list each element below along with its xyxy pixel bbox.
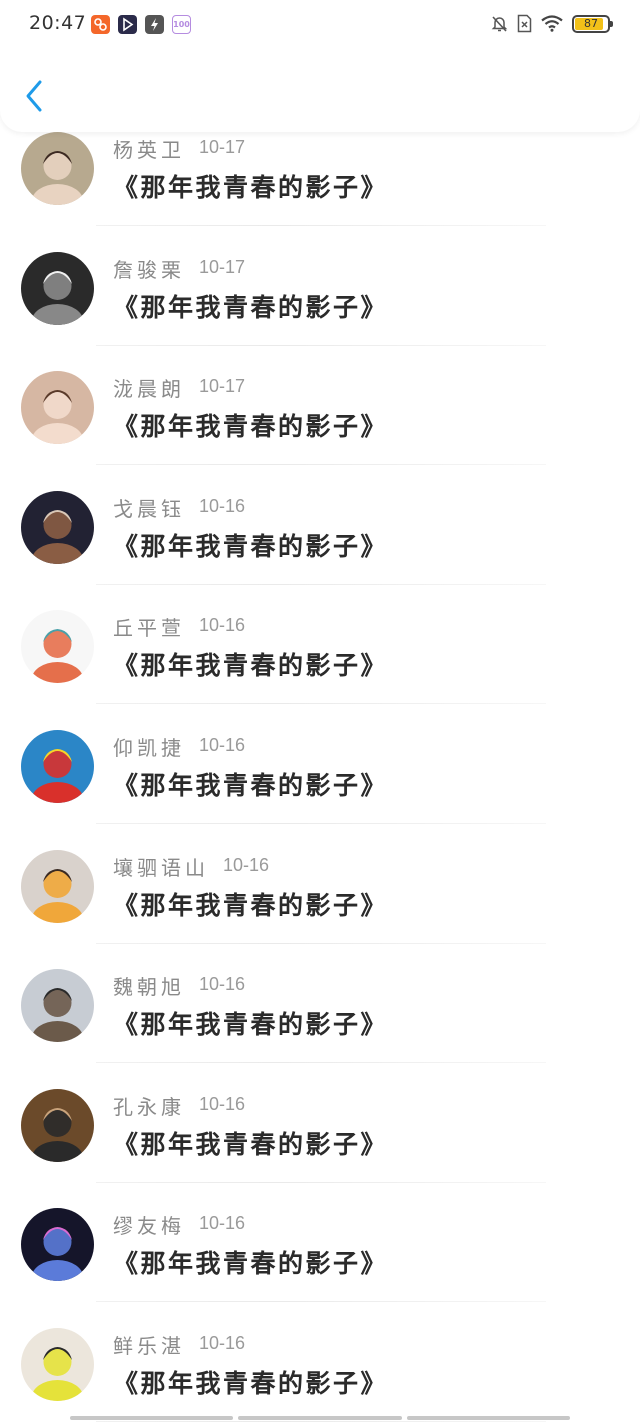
post-title: 《那年我青春的影子》 (113, 1129, 389, 1159)
commenter-name: 仰凯捷 (113, 735, 185, 760)
comment-date: 10-16 (199, 615, 246, 636)
status-time: 20:47 (29, 12, 87, 34)
flash-app-icon (145, 15, 164, 34)
avatar[interactable] (21, 969, 94, 1043)
comment-date: 10-16 (223, 854, 270, 875)
list-item[interactable]: 丘平萱 10-16 《那年我青春的影子》 (0, 606, 640, 726)
screen: 杨英卫 10-17 《那年我青春的影子》 詹骏栗 10-17 《那年我青春的影子》 泷晨朗 1… (0, 0, 640, 1422)
commenter-name: 詹骏栗 (113, 257, 185, 282)
commenter-name: 鲜乐湛 (113, 1333, 185, 1358)
divider (96, 1062, 546, 1064)
avatar[interactable] (21, 490, 94, 564)
comment-date: 10-17 (199, 256, 246, 277)
avatar[interactable] (21, 610, 94, 684)
comment-date: 10-17 (199, 376, 246, 397)
divider (96, 344, 546, 346)
comment-date: 10-16 (199, 974, 246, 995)
commenter-name: 壤驷语山 (113, 855, 209, 880)
post-title: 《那年我青春的影子》 (113, 531, 389, 561)
comment-date: 10-16 (199, 1213, 246, 1234)
post-title: 《那年我青春的影子》 (113, 1010, 389, 1040)
post-title: 《那年我青春的影子》 (113, 1368, 389, 1398)
play-app-icon (118, 15, 137, 34)
divider (96, 703, 546, 705)
home-indicator-segment (70, 1416, 234, 1420)
divider (96, 583, 546, 585)
divider (96, 942, 546, 944)
post-title: 《那年我青春的影子》 (113, 651, 389, 681)
list-item[interactable]: 鲜乐湛 10-16 《那年我青春的影子》 (0, 1324, 640, 1422)
list-item[interactable]: 孔永康 10-16 《那年我青春的影子》 (0, 1085, 640, 1205)
header: 20:47 100 87 (0, 0, 640, 132)
commenter-name: 泷晨朗 (113, 377, 185, 402)
list-item[interactable]: 缪友梅 10-16 《那年我青春的影子》 (0, 1204, 640, 1324)
home-indicator-segment (238, 1416, 402, 1420)
divider (96, 822, 546, 824)
battery-icon: 87 (572, 14, 613, 33)
comment-date: 10-16 (199, 1093, 246, 1114)
avatar[interactable] (21, 251, 94, 325)
comment-date: 10-16 (199, 495, 246, 516)
wifi-icon (541, 15, 563, 32)
list-item[interactable]: 魏朝旭 10-16 《那年我青春的影子》 (0, 965, 640, 1085)
comment-list[interactable]: 杨英卫 10-17 《那年我青春的影子》 詹骏栗 10-17 《那年我青春的影子》 泷晨朗 1… (0, 128, 640, 1422)
commenter-name: 魏朝旭 (113, 975, 185, 1000)
avatar[interactable] (21, 1088, 94, 1162)
home-indicator-segment (406, 1416, 570, 1420)
commenter-name: 丘平萱 (113, 616, 185, 641)
comment-date: 10-16 (199, 734, 246, 755)
commenter-name: 戈晨钰 (113, 496, 185, 521)
list-item[interactable]: 詹骏栗 10-17 《那年我青春的影子》 (0, 248, 640, 368)
list-item[interactable]: 杨英卫 10-17 《那年我青春的影子》 (0, 128, 640, 248)
divider (96, 464, 546, 466)
avatar[interactable] (21, 849, 94, 923)
list-item[interactable]: 壤驷语山 10-16 《那年我青春的影子》 (0, 846, 640, 966)
battery-level: 87 (584, 16, 598, 30)
list-item[interactable]: 戈晨钰 10-16 《那年我青春的影子》 (0, 487, 640, 607)
status-indicators: 87 (491, 14, 613, 33)
list-item[interactable]: 仰凯捷 10-16 《那年我青春的影子》 (0, 726, 640, 846)
divider (96, 225, 546, 226)
avatar[interactable] (21, 1327, 94, 1401)
post-title: 《那年我青春的影子》 (113, 412, 389, 442)
mute-bell-icon (491, 15, 508, 32)
post-title: 《那年我青春的影子》 (113, 890, 389, 920)
back-button[interactable] (20, 76, 50, 116)
commenter-name: 孔永康 (113, 1094, 185, 1119)
no-sim-icon (517, 14, 532, 33)
comment-date: 10-16 (199, 1332, 246, 1353)
avatar[interactable] (21, 729, 94, 803)
avatar[interactable] (21, 132, 94, 205)
post-title: 《那年我青春的影子》 (113, 770, 389, 800)
post-title: 《那年我青春的影子》 (113, 292, 389, 322)
divider (96, 1301, 546, 1303)
comment-date: 10-17 (199, 137, 246, 157)
score-100-app-icon: 100 (172, 15, 191, 34)
avatar[interactable] (21, 1208, 94, 1282)
commenter-name: 杨英卫 (113, 138, 185, 162)
notification-app-icons: 100 (91, 15, 191, 34)
commenter-name: 缪友梅 (113, 1214, 185, 1239)
post-title: 《那年我青春的影子》 (113, 1249, 389, 1279)
divider (96, 1181, 546, 1183)
list-item[interactable]: 泷晨朗 10-17 《那年我青春的影子》 (0, 367, 640, 487)
home-indicator (70, 1416, 570, 1420)
chevron-left-icon (26, 80, 42, 112)
battery-tip (610, 20, 613, 27)
post-title: 《那年我青春的影子》 (113, 173, 389, 202)
video-app-icon (91, 15, 110, 34)
avatar[interactable] (21, 371, 94, 445)
status-bar: 20:47 100 87 (0, 0, 640, 50)
